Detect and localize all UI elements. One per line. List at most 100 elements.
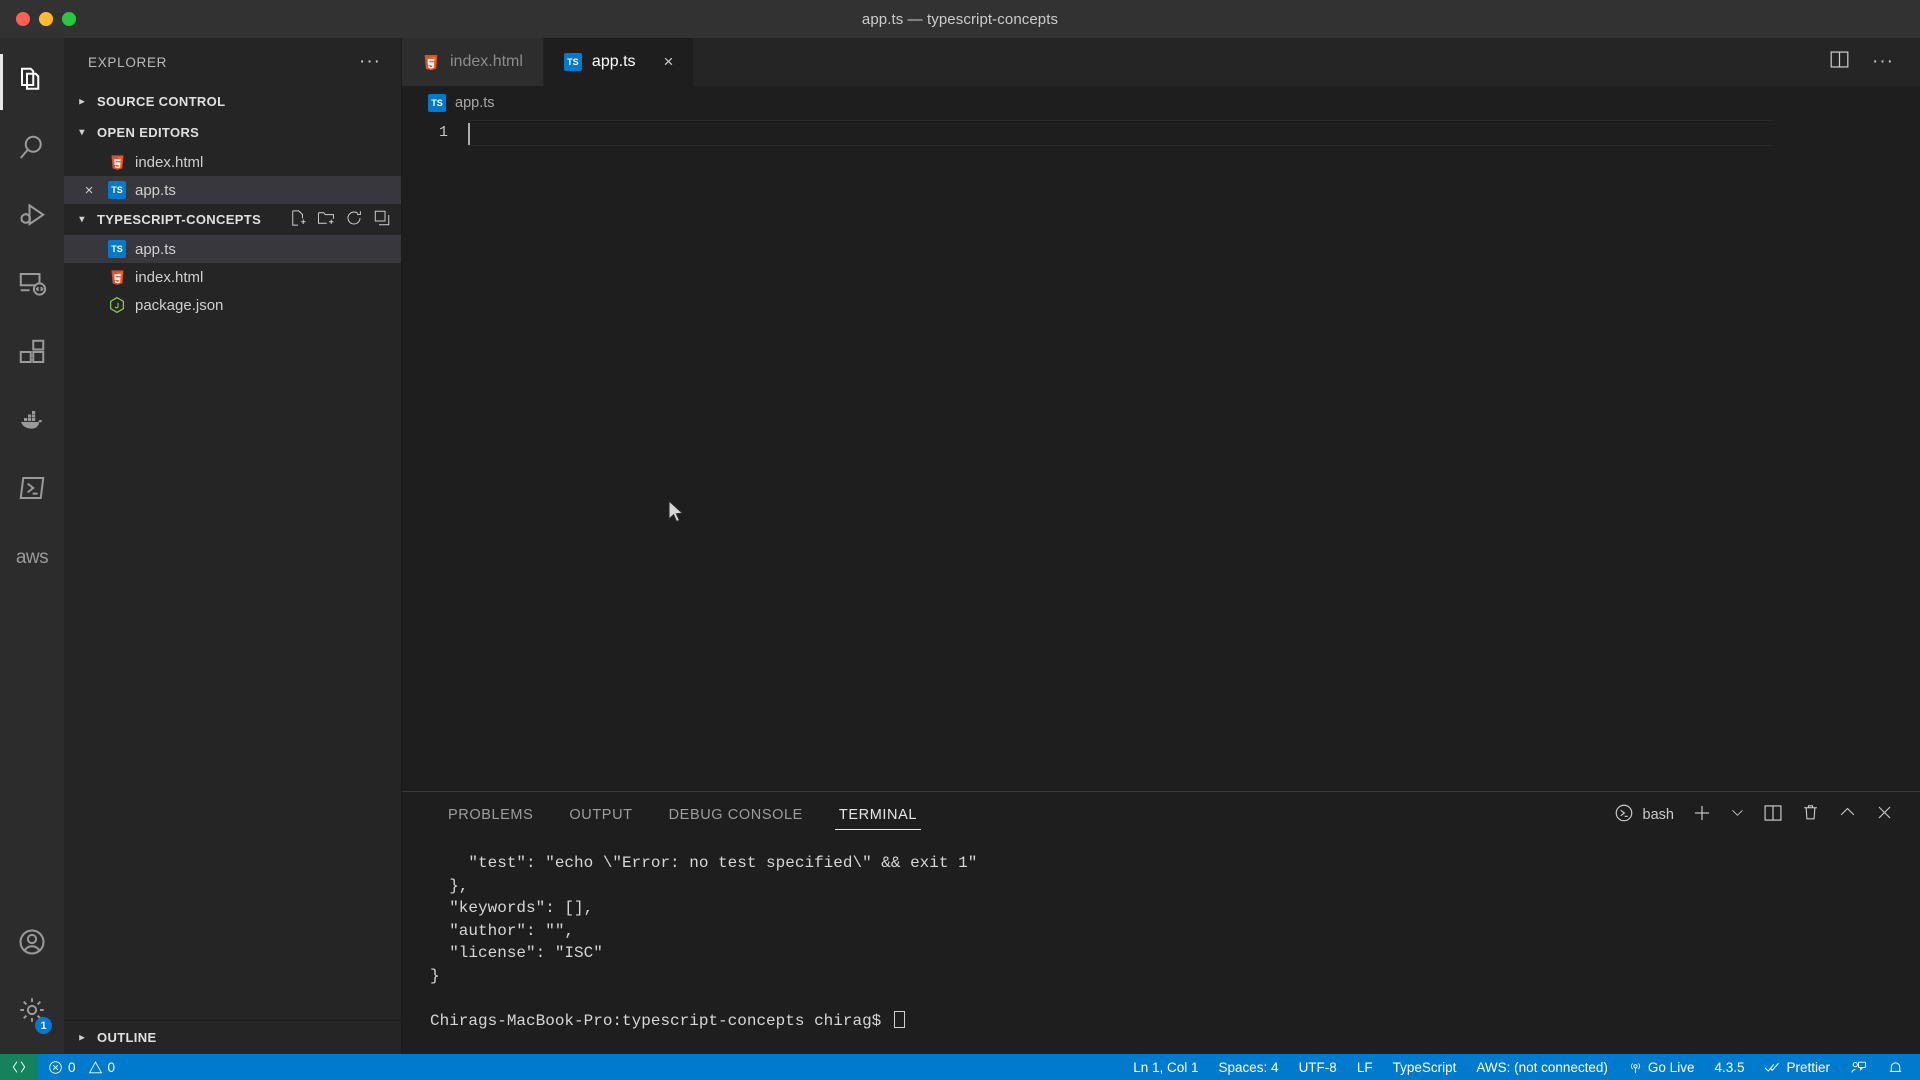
sidebar-section-outline[interactable]: ▾ OUTLINE: [64, 1020, 401, 1054]
activity-bar-item-docker[interactable]: [0, 388, 64, 456]
terminal-output-text: "test": "echo \"Error: no test specified…: [430, 854, 978, 985]
status-indentation[interactable]: Spaces: 4: [1209, 1054, 1289, 1080]
close-panel-icon[interactable]: [1875, 803, 1894, 827]
typescript-icon: TS: [563, 53, 582, 71]
open-editor-item-index-html[interactable]: index.html: [64, 148, 401, 176]
nodejs-icon: [108, 296, 126, 314]
terminal-output[interactable]: "test": "echo \"Error: no test specified…: [402, 838, 1920, 1054]
activity-bar-item-remote-explorer[interactable]: [0, 252, 64, 320]
activity-bar-item-run-and-debug[interactable]: [0, 184, 64, 252]
editor-more-actions-icon[interactable]: ···: [1872, 52, 1894, 71]
breadcrumb[interactable]: TS app.ts: [402, 86, 1920, 120]
open-editor-label: app.ts: [135, 181, 176, 199]
panel-tab-terminal[interactable]: TERMINAL: [821, 792, 935, 838]
code-editor[interactable]: 1: [402, 120, 1920, 791]
activity-bar-item-search[interactable]: [0, 116, 64, 184]
sidebar-header: EXPLORER ···: [64, 38, 401, 86]
bottom-panel: PROBLEMS OUTPUT DEBUG CONSOLE TERMINAL b…: [402, 791, 1920, 1054]
files-icon: [17, 65, 47, 100]
activity-bar-item-powershell[interactable]: [0, 456, 64, 524]
close-editor-icon[interactable]: ×: [81, 183, 97, 198]
collapse-all-icon[interactable]: [373, 209, 391, 230]
new-folder-icon[interactable]: [317, 209, 335, 230]
text-cursor: [468, 123, 470, 145]
status-feedback[interactable]: [1840, 1054, 1877, 1080]
remote-window-icon: [11, 1059, 27, 1075]
status-cursor-position[interactable]: Ln 1, Col 1: [1123, 1054, 1208, 1080]
code-line: 1: [402, 120, 1920, 146]
status-notifications[interactable]: [1877, 1054, 1914, 1080]
sidebar-title: EXPLORER: [88, 54, 168, 70]
file-item-package-json[interactable]: package.json: [64, 291, 401, 319]
editor-area: index.html TS app.ts × ··· TS app.ts 1 P…: [402, 38, 1920, 1054]
status-remote-button[interactable]: [0, 1054, 38, 1080]
status-aws-connection[interactable]: AWS: (not connected): [1466, 1054, 1618, 1080]
split-editor-icon[interactable]: [1829, 49, 1850, 75]
code-line-content[interactable]: [468, 120, 1772, 146]
chevron-down-icon: ▾: [79, 127, 85, 138]
status-eol[interactable]: LF: [1347, 1054, 1383, 1080]
open-editor-item-app-ts[interactable]: × TS app.ts: [64, 176, 401, 204]
new-terminal-icon[interactable]: [1692, 803, 1712, 828]
run-debug-icon: [17, 201, 47, 236]
typescript-icon: TS: [108, 181, 126, 199]
prettier-label: Prettier: [1786, 1059, 1830, 1075]
status-language-mode[interactable]: TypeScript: [1383, 1054, 1467, 1080]
status-prettier[interactable]: Prettier: [1754, 1054, 1840, 1080]
tab-index-html[interactable]: index.html: [402, 38, 544, 86]
section-label-outline: OUTLINE: [97, 1030, 157, 1045]
panel-tabs: PROBLEMS OUTPUT DEBUG CONSOLE TERMINAL b…: [402, 792, 1920, 838]
section-label-source-control: SOURCE CONTROL: [97, 94, 226, 109]
window-title: app.ts — typescript-concepts: [861, 10, 1059, 28]
kill-terminal-icon[interactable]: [1801, 803, 1820, 827]
breadcrumb-label: app.ts: [455, 95, 495, 111]
mouse-pointer-icon: [667, 499, 687, 530]
manage-badge: 1: [35, 1017, 52, 1034]
typescript-icon: TS: [428, 94, 446, 112]
activity-bar-item-explorer[interactable]: [0, 48, 64, 116]
tab-app-ts[interactable]: TS app.ts ×: [543, 38, 695, 86]
terminal-shell-selector[interactable]: bash: [1614, 803, 1674, 828]
search-icon: [17, 133, 47, 168]
sidebar-section-open-editors[interactable]: ▾ OPEN EDITORS: [64, 117, 401, 148]
status-encoding[interactable]: UTF-8: [1289, 1054, 1347, 1080]
chevron-right-icon: ▾: [76, 1034, 88, 1041]
activity-bar-item-accounts[interactable]: [0, 910, 64, 978]
vscode-window: app.ts — typescript-concepts aws 1 EXPLO…: [0, 0, 1920, 1080]
panel-tab-output[interactable]: OUTPUT: [551, 792, 650, 838]
sidebar-more-actions-button[interactable]: ···: [359, 52, 381, 71]
remote-explorer-icon: [17, 269, 47, 304]
warning-icon: [88, 1060, 103, 1075]
file-item-app-ts[interactable]: TS app.ts: [64, 235, 401, 263]
section-label-folder: TYPESCRIPT-CONCEPTS: [97, 212, 262, 227]
sidebar-section-source-control[interactable]: ▾ SOURCE CONTROL: [64, 86, 401, 117]
status-bar: 0 0 Ln 1, Col 1 Spaces: 4 UTF-8 LF TypeS…: [0, 1054, 1920, 1080]
sidebar-section-typescript-concepts[interactable]: ▾ TYPESCRIPT-CONCEPTS: [64, 204, 401, 235]
open-editor-label: index.html: [135, 153, 204, 171]
maximize-panel-icon[interactable]: [1838, 803, 1857, 827]
activity-bar-item-extensions[interactable]: [0, 320, 64, 388]
line-number: 1: [438, 124, 448, 141]
new-file-icon[interactable]: [289, 209, 307, 230]
typescript-icon: TS: [108, 240, 126, 258]
file-item-index-html[interactable]: index.html: [64, 263, 401, 291]
split-terminal-icon[interactable]: [1763, 803, 1783, 828]
status-version[interactable]: 4.3.5: [1704, 1054, 1754, 1080]
docker-icon: [16, 404, 48, 441]
chevron-down-icon: ▾: [79, 214, 85, 225]
terminal-bash-icon: [1614, 803, 1634, 828]
refresh-icon[interactable]: [345, 209, 363, 230]
sidebar-empty-space: [64, 319, 401, 1020]
activity-bar-item-manage[interactable]: 1: [0, 978, 64, 1046]
tab-close-icon[interactable]: ×: [664, 52, 674, 72]
status-problems-button[interactable]: 0 0: [38, 1054, 125, 1080]
panel-tab-debug-console[interactable]: DEBUG CONSOLE: [651, 792, 821, 838]
file-label: index.html: [135, 268, 204, 286]
panel-tab-problems[interactable]: PROBLEMS: [430, 792, 551, 838]
status-go-live[interactable]: Go Live: [1618, 1054, 1705, 1080]
chevron-right-icon: ▾: [76, 98, 88, 105]
activity-bar-item-aws-toolkit[interactable]: aws: [0, 524, 64, 592]
terminal-dropdown-icon[interactable]: [1730, 805, 1745, 825]
error-count: 0: [68, 1059, 76, 1075]
html5-icon: [108, 268, 126, 286]
